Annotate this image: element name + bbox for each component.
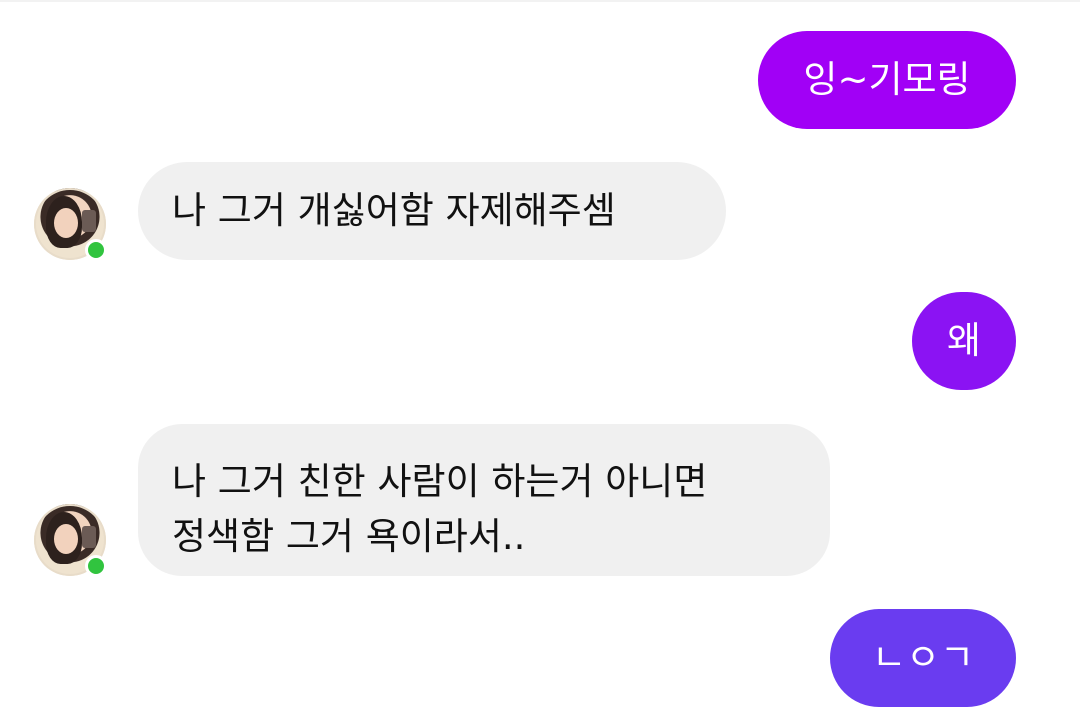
avatar-face bbox=[54, 524, 78, 554]
incoming-message-bubble[interactable]: 나 그거 개싫어함 자제해주셈 bbox=[138, 162, 726, 260]
avatar-phone bbox=[82, 526, 96, 548]
header-divider bbox=[0, 0, 1080, 2]
message-line: 정색함 그거 욕이라서.. bbox=[172, 515, 526, 558]
message-line: 나 그거 친한 사람이 하는거 아니면 bbox=[172, 460, 708, 503]
online-status-dot bbox=[85, 555, 107, 577]
outgoing-message-bubble[interactable]: 잉~기모링 bbox=[758, 31, 1016, 129]
incoming-message-bubble[interactable]: 나 그거 친한 사람이 하는거 아니면 정색함 그거 욕이라서.. bbox=[138, 424, 830, 576]
outgoing-message-bubble[interactable]: 왜 bbox=[912, 292, 1016, 390]
message-text: ㄴㅇㄱ bbox=[871, 635, 975, 679]
outgoing-message-bubble[interactable]: ㄴㅇㄱ bbox=[830, 609, 1016, 707]
message-text: 왜 bbox=[946, 318, 982, 362]
message-text: 나 그거 개싫어함 자제해주셈 bbox=[172, 188, 616, 232]
online-status-dot bbox=[85, 239, 107, 261]
message-text-block: 나 그거 친한 사람이 하는거 아니면 정색함 그거 욕이라서.. bbox=[172, 454, 707, 564]
message-text: 잉~기모링 bbox=[803, 57, 971, 101]
avatar-face bbox=[54, 208, 78, 238]
avatar-phone bbox=[82, 210, 96, 232]
